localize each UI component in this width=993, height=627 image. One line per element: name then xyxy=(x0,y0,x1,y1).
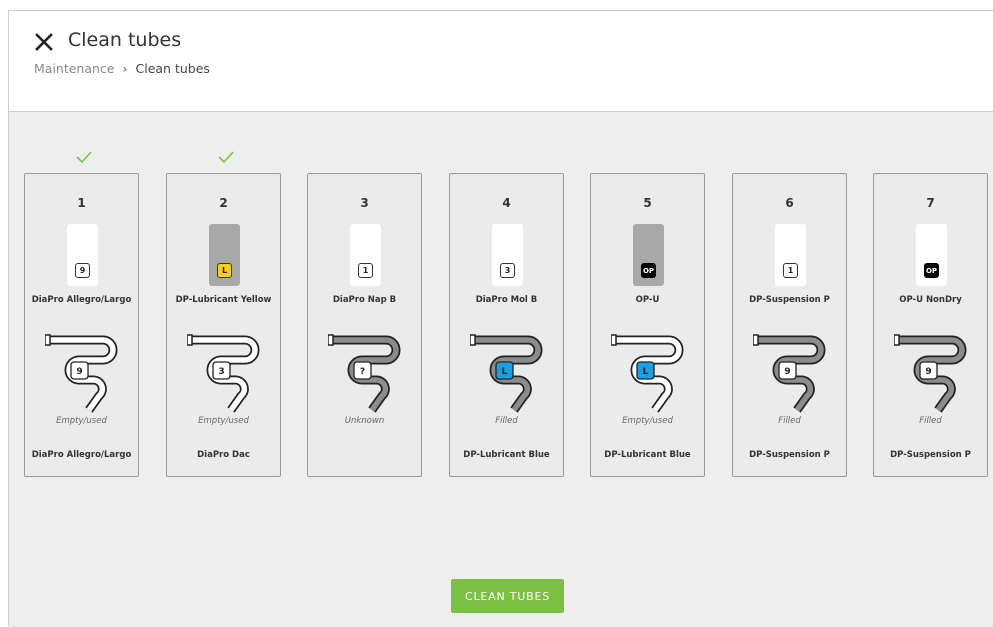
breadcrumb-current: Clean tubes xyxy=(135,61,210,76)
tube-state: Empty/used xyxy=(198,416,249,426)
bottle-badge: 1 xyxy=(358,263,373,278)
tube-name: DiaPro Allegro/Largo xyxy=(31,450,132,460)
tube-badge: 9 xyxy=(925,367,931,377)
breadcrumb: Maintenance › Clean tubes xyxy=(34,61,210,76)
tube-badge: L xyxy=(502,367,508,377)
bottle-name: OP-U NonDry xyxy=(899,295,962,305)
page-header: Clean tubes Maintenance › Clean tubes xyxy=(9,11,993,112)
station-card-5[interactable]: 5 OP OP-U L Empty/used DP-Lubricant Blue xyxy=(590,173,705,477)
clean-tubes-window: Clean tubes Maintenance › Clean tubes CLEA… xyxy=(8,10,993,627)
bottle-icon: 1 xyxy=(775,224,806,286)
bottle-icon: OP xyxy=(633,224,664,286)
close-icon[interactable] xyxy=(33,31,55,53)
checkmark-icon xyxy=(76,151,92,164)
station-card-3[interactable]: 3 1 DiaPro Nap B? Unknown xyxy=(307,173,422,477)
tube-name: DP-Suspension P xyxy=(890,450,971,460)
tube-icon: L xyxy=(470,334,543,413)
station-number: 3 xyxy=(360,196,369,210)
bottle-name: OP-U xyxy=(635,295,660,305)
station-number: 1 xyxy=(77,196,86,210)
tube-name: DP-Suspension P xyxy=(749,450,830,460)
stations-area: CLEAN TUBES 1 9 DiaPro Allegro/Largo 9 Empty… xyxy=(9,112,993,627)
bottle-badge: OP xyxy=(641,263,656,278)
tube-badge: 3 xyxy=(218,367,224,377)
station-card-2[interactable]: 2 L DP-Lubricant Yellow 3 Empty/used DiaPro D… xyxy=(166,173,281,477)
tube-state: Unknown xyxy=(344,416,385,426)
station-number: 5 xyxy=(643,196,652,210)
bottle-badge: 9 xyxy=(75,263,90,278)
tube-name: DiaPro Dac xyxy=(197,450,250,460)
bottle-name: DiaPro Mol B xyxy=(475,295,538,305)
bottle-badge: OP xyxy=(924,263,939,278)
bottle-name: DP-Suspension P xyxy=(749,295,830,305)
tube-badge: ? xyxy=(360,367,365,377)
tube-state: Filled xyxy=(778,416,801,426)
tube-badge: L xyxy=(643,367,649,377)
tube-icon: ? xyxy=(328,334,401,413)
tube-name: DP-Lubricant Blue xyxy=(463,450,550,460)
tube-icon: L xyxy=(611,334,684,413)
tube-badge: 9 xyxy=(784,367,790,377)
bottle-badge: 1 xyxy=(783,263,798,278)
bottle-icon: 9 xyxy=(67,224,98,286)
checkmark-icon xyxy=(218,151,234,164)
bottle-name: DP-Lubricant Yellow xyxy=(175,295,272,305)
bottle-badge: 3 xyxy=(500,263,515,278)
station-number: 6 xyxy=(785,196,794,210)
tube-icon: 3 xyxy=(187,334,260,413)
station-card-7[interactable]: 7 OP OP-U NonDry 9 Filled DP-Suspension P xyxy=(873,173,988,477)
tube-name: DP-Lubricant Blue xyxy=(604,450,691,460)
tube-state: Empty/used xyxy=(622,416,673,426)
bottle-badge: L xyxy=(217,263,232,278)
bottle-icon: 3 xyxy=(492,224,523,286)
tube-icon: 9 xyxy=(753,334,826,413)
bottle-icon: OP xyxy=(916,224,947,286)
tube-badge: 9 xyxy=(76,367,82,377)
station-card-1[interactable]: 1 9 DiaPro Allegro/Largo 9 Empty/used DiaPro … xyxy=(24,173,139,477)
bottle-icon: 1 xyxy=(350,224,381,286)
breadcrumb-separator-icon: › xyxy=(122,61,128,76)
station-card-4[interactable]: 4 3 DiaPro Mol B L Filled DP-Lubricant Blue xyxy=(449,173,564,477)
tube-state: Filled xyxy=(495,416,518,426)
page-title: Clean tubes xyxy=(68,29,182,51)
breadcrumb-parent[interactable]: Maintenance xyxy=(34,61,115,76)
station-number: 4 xyxy=(502,196,511,210)
station-number: 7 xyxy=(926,196,935,210)
bottle-name: DiaPro Allegro/Largo xyxy=(31,295,132,305)
tube-state: Empty/used xyxy=(56,416,107,426)
station-number: 2 xyxy=(219,196,228,210)
clean-tubes-button[interactable]: CLEAN TUBES xyxy=(451,579,564,613)
tube-icon: 9 xyxy=(894,334,967,413)
station-card-6[interactable]: 6 1 DP-Suspension P 9 Filled DP-Suspension P xyxy=(732,173,847,477)
tube-state: Filled xyxy=(919,416,942,426)
tube-icon: 9 xyxy=(45,334,118,413)
bottle-icon: L xyxy=(209,224,240,286)
bottle-name: DiaPro Nap B xyxy=(332,295,397,305)
